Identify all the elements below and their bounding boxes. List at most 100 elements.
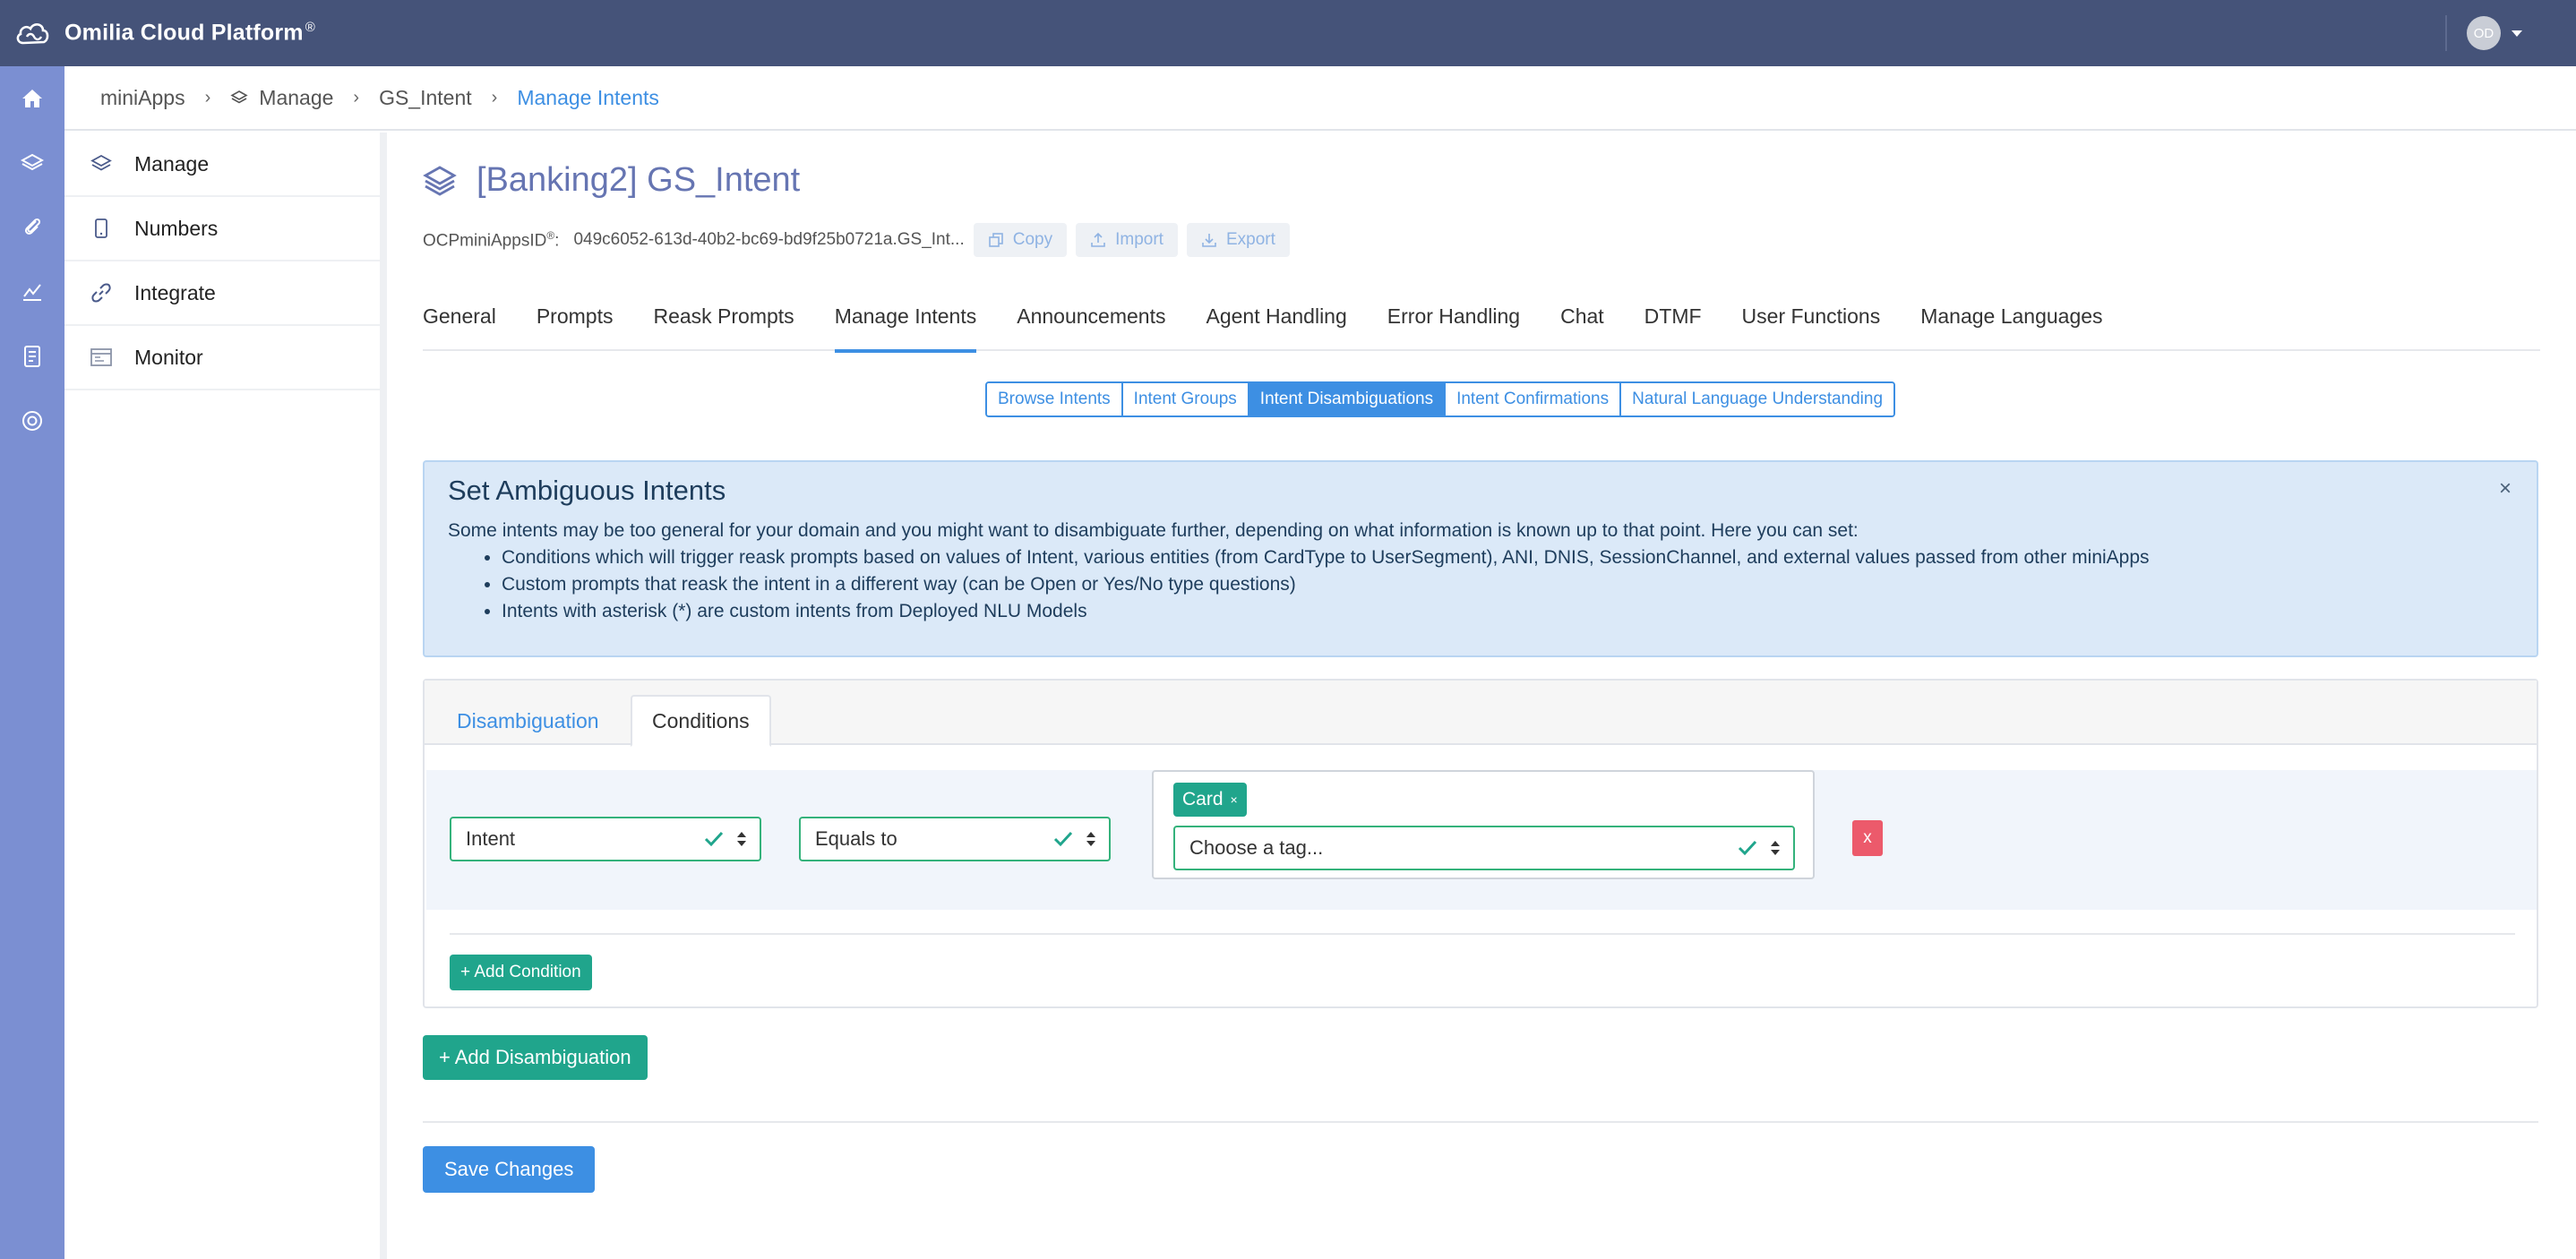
tag-chip: Card × [1173, 783, 1247, 817]
avatar[interactable]: OD [2467, 16, 2501, 50]
tab-agent-handling[interactable]: Agent Handling [1206, 292, 1346, 351]
divider [2445, 15, 2447, 51]
info-alert: Set Ambiguous Intents Some intents may b… [423, 460, 2538, 657]
export-button[interactable]: Export [1186, 223, 1290, 257]
condition-field-select[interactable]: Intent [450, 817, 761, 861]
tab-disambiguation[interactable]: Disambiguation [437, 695, 619, 747]
page-title: [Banking2] GS_Intent [423, 161, 800, 200]
subtab-browse-intents[interactable]: Browse Intents [987, 383, 1123, 415]
upload-icon [1090, 232, 1106, 248]
chevron-down-icon[interactable] [2512, 30, 2522, 37]
tab-general[interactable]: General [423, 292, 496, 351]
divider [450, 933, 2515, 935]
analytics-icon[interactable] [0, 260, 64, 324]
icon-rail [0, 66, 64, 1259]
condition-row: Intent Equals to Card × Choose a tag... [426, 770, 2537, 910]
miniapp-id-label: OCPminiAppsID®: [423, 228, 560, 251]
home-icon[interactable] [0, 66, 64, 131]
tab-announcements[interactable]: Announcements [1017, 292, 1165, 351]
info-intro: Some intents may be too general for your… [448, 520, 1859, 541]
remove-tag-icon[interactable]: × [1231, 792, 1238, 807]
breadcrumb-item-gs-intent[interactable]: GS_Intent [379, 86, 472, 110]
sidebar-item-manage[interactable]: Manage [64, 133, 380, 197]
layers-icon [423, 165, 457, 197]
check-icon [1053, 830, 1073, 853]
user-menu[interactable]: OD [2445, 0, 2522, 66]
list-item: Intents with asterisk (*) are custom int… [502, 598, 2513, 625]
miniapp-id-value: 049c6052-613d-40b2-bc69-bd9f25b0721a.GS_… [573, 230, 965, 249]
list-item: Conditions which will trigger reask prom… [502, 544, 2513, 571]
phone-icon [86, 218, 116, 239]
chevron-right-icon: › [353, 87, 360, 107]
tab-manage-languages[interactable]: Manage Languages [1920, 292, 2102, 351]
sidebar-item-monitor[interactable]: Monitor [64, 326, 380, 390]
miniapp-id-row: OCPminiAppsID®: 049c6052-613d-40b2-bc69-… [423, 222, 1290, 258]
tag-multiselect: Card × Choose a tag... [1152, 770, 1815, 879]
sidebar-item-numbers[interactable]: Numbers [64, 197, 380, 261]
sidebar-item-label: Monitor [134, 345, 203, 369]
sidebar-item-label: Numbers [134, 216, 219, 240]
condition-operator-value: Equals to [815, 827, 897, 850]
layers-icon [230, 90, 248, 106]
add-condition-button[interactable]: + Add Condition [450, 955, 592, 990]
add-disambiguation-button[interactable]: + Add Disambiguation [423, 1035, 648, 1080]
subtab-nlu[interactable]: Natural Language Understanding [1621, 383, 1894, 415]
main-tabs: General Prompts Reask Prompts Manage Int… [423, 292, 2540, 353]
tag-select[interactable]: Choose a tag... [1173, 826, 1795, 870]
sort-arrows-icon [1770, 839, 1781, 862]
top-bar: Omilia Cloud Platform ® OD [0, 0, 2576, 66]
breadcrumb-item-miniapps[interactable]: miniApps [100, 86, 185, 110]
breadcrumb: miniApps › Manage › GS_Intent › Manage I… [64, 66, 2576, 131]
sidebar-item-label: Integrate [134, 280, 216, 304]
tab-chat[interactable]: Chat [1560, 292, 1604, 351]
check-icon [1738, 839, 1757, 862]
import-button[interactable]: Import [1076, 223, 1178, 257]
chevron-right-icon: › [491, 87, 498, 107]
export-label: Export [1225, 230, 1275, 249]
tab-prompts[interactable]: Prompts [537, 292, 614, 351]
tab-conditions[interactable]: Conditions [631, 695, 771, 747]
panel-tabs: Disambiguation Conditions [425, 681, 2537, 747]
billing-icon[interactable] [0, 324, 64, 389]
delete-condition-button[interactable]: x [1852, 820, 1883, 856]
sidebar-item-integrate[interactable]: Integrate [64, 261, 380, 326]
copy-button[interactable]: Copy [973, 223, 1068, 257]
support-icon[interactable] [0, 389, 64, 453]
layers-icon[interactable] [0, 131, 64, 195]
subtab-intent-disambiguations[interactable]: Intent Disambiguations [1249, 383, 1447, 415]
info-title: Set Ambiguous Intents [448, 475, 726, 506]
copy-label: Copy [1012, 230, 1053, 249]
tab-error-handling[interactable]: Error Handling [1387, 292, 1520, 351]
brand-title: Omilia Cloud Platform ® [64, 20, 315, 46]
sidebar: Manage Numbers Integrate Monitor [64, 133, 387, 1259]
disambiguation-panel: Disambiguation Conditions Intent Equals … [423, 679, 2538, 1008]
monitor-icon [86, 347, 116, 367]
chevron-right-icon: › [204, 87, 211, 107]
layers-icon [86, 154, 116, 174]
tab-dtmf[interactable]: DTMF [1644, 292, 1702, 351]
condition-operator-select[interactable]: Equals to [799, 817, 1111, 861]
sort-arrows-icon [1086, 830, 1096, 853]
check-icon [704, 830, 724, 853]
attachment-icon[interactable] [0, 195, 64, 260]
intent-subtabs: Browse Intents Intent Groups Intent Disa… [985, 381, 1896, 417]
sort-arrows-icon [736, 830, 747, 853]
import-label: Import [1115, 230, 1163, 249]
sidebar-item-label: Manage [134, 151, 210, 176]
cloud-logo-icon[interactable] [0, 0, 64, 66]
subtab-intent-confirmations[interactable]: Intent Confirmations [1446, 383, 1622, 415]
info-list: Conditions which will trigger reask prom… [502, 544, 2513, 625]
page-title-text: [Banking2] GS_Intent [477, 161, 801, 199]
close-icon[interactable]: × [2499, 476, 2512, 501]
subtab-intent-groups[interactable]: Intent Groups [1122, 383, 1249, 415]
download-icon [1201, 232, 1217, 248]
tag-select-placeholder: Choose a tag... [1189, 836, 1324, 859]
tab-manage-intents[interactable]: Manage Intents [834, 292, 976, 353]
condition-field-value: Intent [466, 827, 516, 850]
list-item: Custom prompts that reask the intent in … [502, 571, 2513, 598]
breadcrumb-item-manage[interactable]: Manage [259, 86, 333, 110]
copy-icon [988, 232, 1004, 248]
tab-user-functions[interactable]: User Functions [1742, 292, 1881, 351]
save-changes-button[interactable]: Save Changes [423, 1146, 596, 1193]
tab-reask-prompts[interactable]: Reask Prompts [653, 292, 794, 351]
